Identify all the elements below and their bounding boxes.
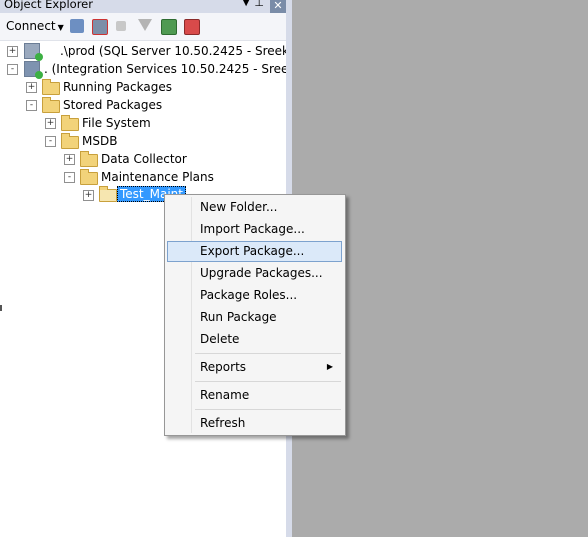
menu-item-label: Run Package xyxy=(200,310,277,324)
tree-node-label: Running Packages xyxy=(63,80,172,94)
menu-item-label: Rename xyxy=(200,388,250,402)
expand-icon[interactable]: + xyxy=(64,154,75,165)
folder-icon xyxy=(61,133,79,149)
tree-node-sql-server[interactable]: + .\prod (SQL Server 10.50.2425 - Sreeka… xyxy=(0,42,286,61)
expand-icon[interactable]: + xyxy=(45,118,56,129)
folder-icon xyxy=(42,79,60,95)
menu-item-package-roles[interactable]: Package Roles... xyxy=(168,285,341,305)
menu-item-label: Package Roles... xyxy=(200,288,298,302)
tree-node-label: Data Collector xyxy=(101,152,187,166)
refresh-icon[interactable] xyxy=(161,19,177,35)
tree-node-label: Maintenance Plans xyxy=(101,170,214,184)
menu-item-rename[interactable]: Rename xyxy=(168,385,341,405)
tree-node-integration-services[interactable]: - . (Integration Services 10.50.2425 - S… xyxy=(0,60,286,79)
expand-icon[interactable]: + xyxy=(7,46,18,57)
pin-icon[interactable]: ⊥ xyxy=(254,0,264,9)
tree-node-label: . (Integration Services 10.50.2425 - Sre… xyxy=(44,62,286,76)
folder-icon xyxy=(80,151,98,167)
collapse-icon[interactable]: - xyxy=(64,172,75,183)
folder-icon xyxy=(61,115,79,131)
tree-node-label: .\prod (SQL Server 10.50.2425 - Sreekant… xyxy=(60,44,286,58)
expand-icon[interactable]: + xyxy=(26,82,37,93)
tree-node-label: Stored Packages xyxy=(63,98,163,112)
object-explorer-toolbar: Connect ▼ xyxy=(0,13,286,41)
filter-icon[interactable] xyxy=(138,19,152,31)
menu-item-label: Upgrade Packages... xyxy=(200,266,323,280)
menu-item-label: Refresh xyxy=(200,416,246,430)
window-position-dropdown-icon[interactable]: ▼ xyxy=(242,0,250,9)
menu-item-label: Import Package... xyxy=(200,222,305,236)
collapse-icon[interactable]: - xyxy=(45,136,56,147)
menu-item-label: New Folder... xyxy=(200,200,278,214)
tree-node-stored-packages[interactable]: - Stored Packages xyxy=(0,96,286,114)
integration-services-icon xyxy=(24,61,43,79)
expand-icon[interactable]: + xyxy=(83,190,94,201)
menu-item-upgrade-packages[interactable]: Upgrade Packages... xyxy=(168,263,341,283)
chevron-down-icon: ▼ xyxy=(57,23,64,32)
menu-item-delete[interactable]: Delete xyxy=(168,329,341,349)
menu-item-import-package[interactable]: Import Package... xyxy=(168,219,341,239)
context-menu: New Folder... Import Package... Export P… xyxy=(164,194,346,436)
tree-node-label: File System xyxy=(82,116,151,130)
connect-label: Connect xyxy=(6,19,56,33)
scroll-edge-marker xyxy=(0,305,2,311)
disconnect-icon[interactable] xyxy=(92,19,108,35)
menu-item-refresh[interactable]: Refresh xyxy=(168,413,341,433)
tree-node-running-packages[interactable]: + Running Packages xyxy=(0,78,286,96)
menu-item-export-package[interactable]: Export Package... xyxy=(167,241,342,262)
tree-node-msdb[interactable]: - MSDB xyxy=(0,132,286,150)
collapse-icon[interactable]: - xyxy=(26,100,37,111)
tree-node-file-system[interactable]: + File System xyxy=(0,114,286,132)
connect-button[interactable]: Connect ▼ xyxy=(6,19,64,33)
tree-node-label: MSDB xyxy=(82,134,118,148)
folder-icon xyxy=(80,169,98,185)
connect-object-explorer-icon[interactable] xyxy=(70,19,84,33)
activity-monitor-icon[interactable] xyxy=(184,19,200,35)
menu-item-run-package[interactable]: Run Package xyxy=(168,307,341,327)
collapse-icon[interactable]: - xyxy=(7,64,18,75)
object-explorer-titlebar: Object Explorer ▼ ⊥ ✕ xyxy=(0,0,286,13)
tree-node-data-collector[interactable]: + Data Collector xyxy=(0,150,286,168)
menu-item-label: Export Package... xyxy=(200,244,305,258)
tree-node-maintenance-plans[interactable]: - Maintenance Plans xyxy=(0,168,286,186)
panel-title: Object Explorer xyxy=(4,0,93,11)
menu-separator xyxy=(195,353,341,354)
folder-icon xyxy=(42,97,60,113)
sql-server-icon xyxy=(24,43,43,61)
menu-item-new-folder[interactable]: New Folder... xyxy=(168,197,341,217)
menu-separator xyxy=(195,409,341,410)
package-icon xyxy=(99,186,117,202)
menu-item-reports[interactable]: Reports ▶ xyxy=(168,357,341,377)
menu-item-label: Delete xyxy=(200,332,240,346)
submenu-arrow-icon: ▶ xyxy=(326,362,333,371)
close-icon[interactable]: ✕ xyxy=(270,0,286,13)
menu-separator xyxy=(195,381,341,382)
stop-icon[interactable] xyxy=(116,21,126,31)
menu-item-label: Reports xyxy=(200,360,247,374)
